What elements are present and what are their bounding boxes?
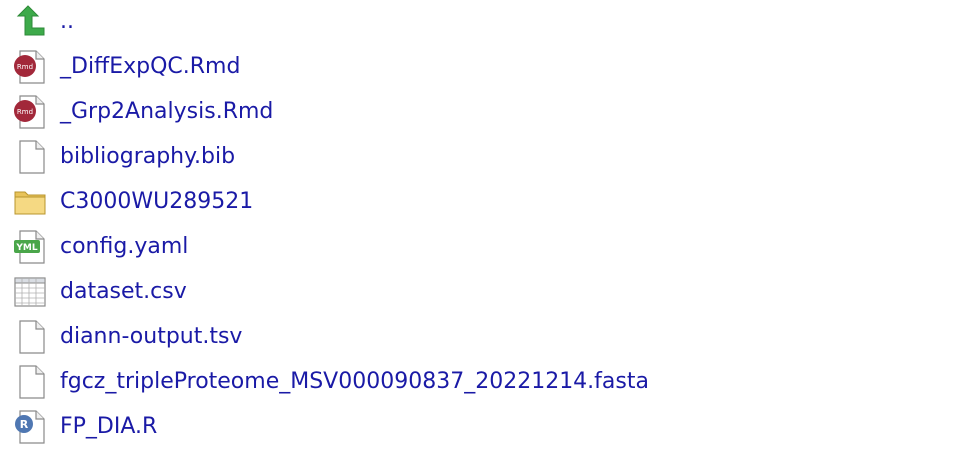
blank-file-icon xyxy=(12,139,48,175)
file-row-parent[interactable]: .. xyxy=(0,0,976,45)
file-name[interactable]: bibliography.bib xyxy=(60,143,235,171)
rmd-file-icon: Rmd xyxy=(12,94,48,130)
folder-name[interactable]: C3000WU289521 xyxy=(60,188,253,216)
file-name[interactable]: diann-output.tsv xyxy=(60,323,242,351)
yaml-badge-label: YML xyxy=(15,243,37,253)
r-badge-label: R xyxy=(20,418,29,431)
file-name[interactable]: FP_DIA.R xyxy=(60,413,157,441)
r-script-icon: R xyxy=(12,409,48,445)
file-list: .. Rmd _DiffExpQC.Rmd Rmd _Grp2Analysis.… xyxy=(0,0,976,453)
file-row[interactable]: diann-output.tsv xyxy=(0,315,976,360)
blank-file-icon xyxy=(12,319,48,355)
file-name[interactable]: _Grp2Analysis.Rmd xyxy=(60,98,273,126)
file-name[interactable]: _DiffExpQC.Rmd xyxy=(60,53,240,81)
file-row[interactable]: Rmd _DiffExpQC.Rmd xyxy=(0,45,976,90)
blank-file-icon xyxy=(12,364,48,400)
rmd-badge-label: Rmd xyxy=(17,63,33,71)
file-row[interactable]: fgcz_tripleProteome_MSV000090837_2022121… xyxy=(0,360,976,405)
file-name[interactable]: config.yaml xyxy=(60,233,188,261)
yaml-file-icon: YML xyxy=(12,229,48,265)
rmd-badge-label: Rmd xyxy=(17,108,33,116)
rmd-file-icon: Rmd xyxy=(12,49,48,85)
file-row[interactable]: bibliography.bib xyxy=(0,135,976,180)
folder-icon xyxy=(12,184,48,220)
file-row[interactable]: dataset.csv xyxy=(0,270,976,315)
file-row[interactable]: YML config.yaml xyxy=(0,225,976,270)
file-name[interactable]: dataset.csv xyxy=(60,278,187,306)
go-up-arrow-icon xyxy=(12,4,48,40)
file-name[interactable]: .. xyxy=(60,8,74,36)
file-name[interactable]: fgcz_tripleProteome_MSV000090837_2022121… xyxy=(60,368,649,396)
csv-table-icon xyxy=(12,274,48,310)
folder-row[interactable]: C3000WU289521 xyxy=(0,180,976,225)
file-row[interactable]: Rmd _Grp2Analysis.Rmd xyxy=(0,90,976,135)
file-row[interactable]: R FP_DIA.R xyxy=(0,405,976,450)
